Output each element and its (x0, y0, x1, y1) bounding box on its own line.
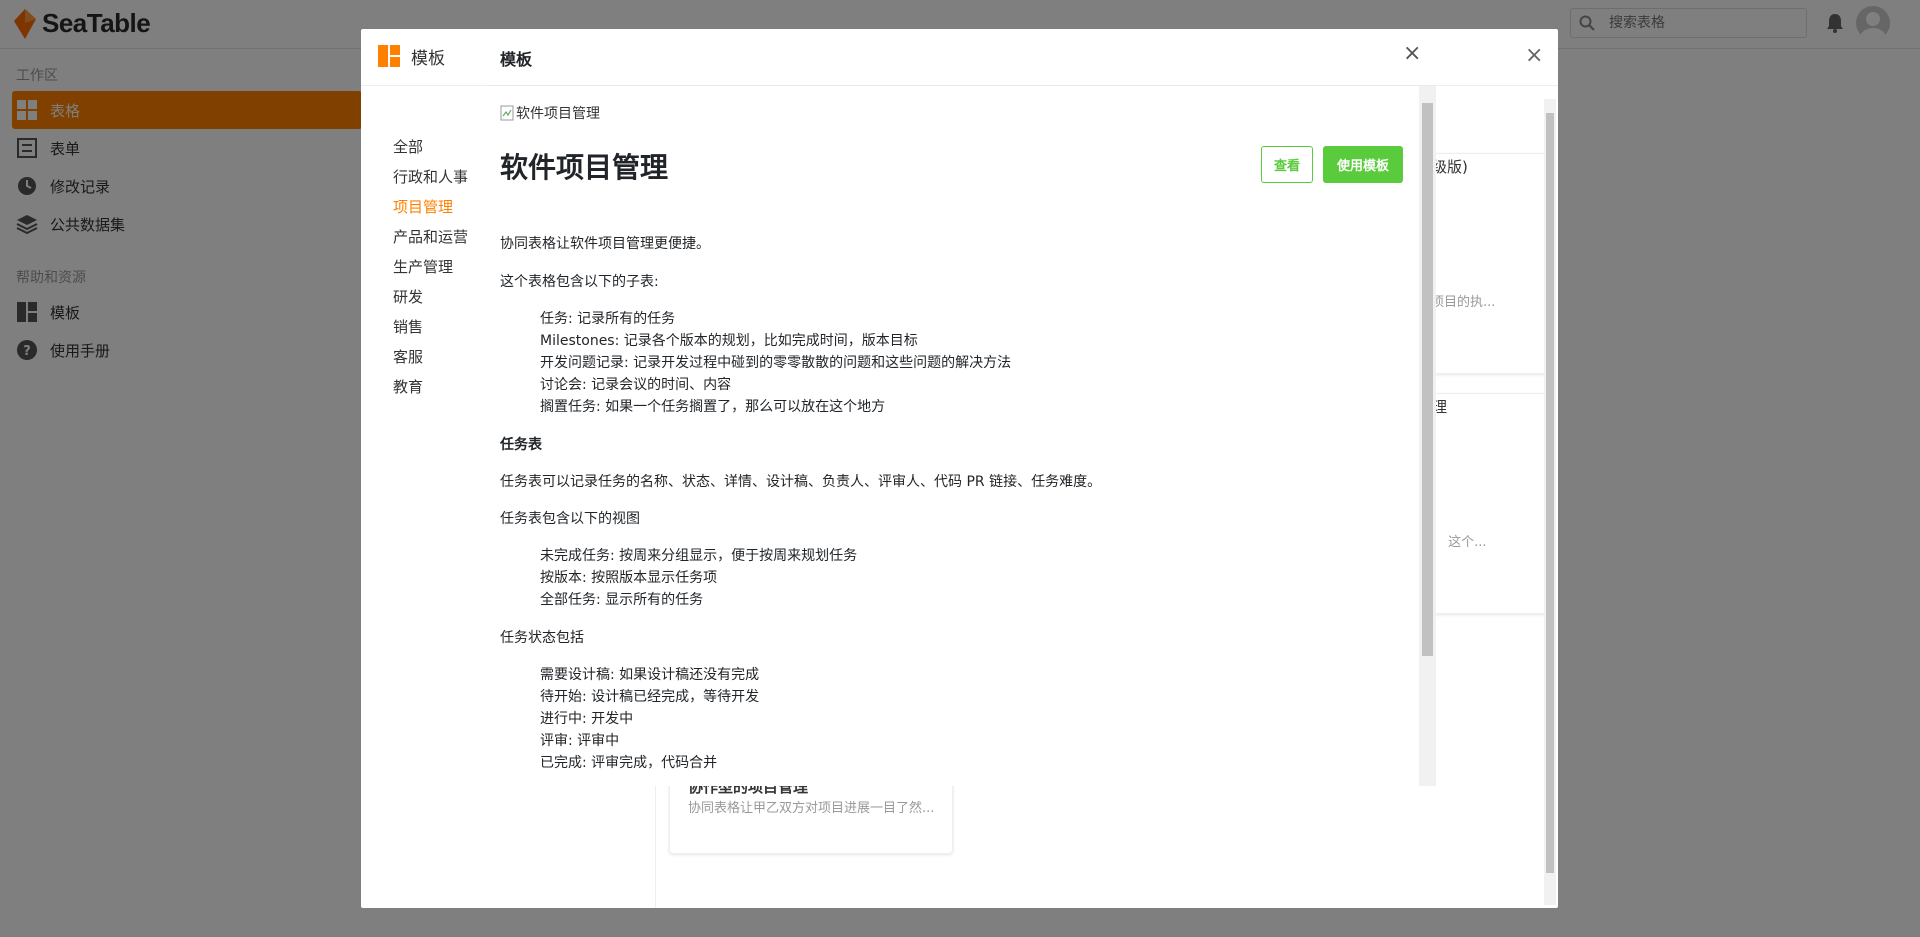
list-item: Milestones: 记录各个版本的规划，比如完成时间，版本目标 (540, 333, 918, 349)
category-admin-hr[interactable]: 行政和人事 (393, 166, 468, 187)
status-intro: 任务状态包括 (500, 630, 584, 646)
list-item: 开发问题记录: 记录开发过程中碰到的零零散散的问题和这些问题的解决方法 (540, 355, 1012, 371)
list-item: 任务: 记录所有的任务 (540, 311, 676, 327)
scrollbar-thumb[interactable] (1422, 103, 1433, 656)
list-item: 进行中: 开发中 (540, 711, 634, 727)
modal-scrollbar[interactable] (1419, 86, 1436, 786)
category-sales[interactable]: 销售 (393, 316, 423, 337)
template-card[interactable]: 理 理。 这个... (1418, 393, 1551, 614)
modal-body: 软件项目管理 软件项目管理 查看 使用模板 协同表格让软件项目管理更便捷。 这个… (484, 86, 1419, 786)
list-item: 待开始: 设计稿已经完成，等待开发 (540, 689, 760, 705)
template-card[interactable]: 级版) 个项目的执... (1418, 153, 1551, 374)
tasks-heading: 任务表 (500, 437, 542, 453)
intro-text: 协同表格让软件项目管理更便捷。 (500, 236, 710, 252)
templates-scrollbar[interactable] (1544, 99, 1556, 905)
category-education[interactable]: 教育 (393, 376, 423, 397)
list-item: 按版本: 按照版本显示任务项 (540, 570, 718, 586)
list-item: 全部任务: 显示所有的任务 (540, 592, 704, 608)
category-all[interactable]: 全部 (393, 136, 423, 157)
list-item: 搁置任务: 如果一个任务搁置了，那么可以放在这个地方 (540, 399, 886, 415)
list-item: 讨论会: 记录会议的时间、内容 (540, 377, 732, 393)
category-support[interactable]: 客服 (393, 346, 423, 367)
close-icon[interactable]: × (1525, 43, 1543, 68)
templates-dialog-title: 模板 (411, 49, 445, 69)
scrollbar-thumb[interactable] (1546, 113, 1554, 873)
list-item: 已完成: 评审完成，代码合并 (540, 755, 718, 771)
list-item: 未完成任务: 按周来分组显示，便于按周来规划任务 (540, 548, 858, 564)
use-template-button[interactable]: 使用模板 (1323, 146, 1403, 183)
subtables-intro: 这个表格包含以下的子表: (500, 274, 659, 290)
broken-image-icon (500, 105, 514, 121)
tasks-description: 任务表可以记录任务的名称、状态、详情、设计稿、负责人、评审人、代码 PR 链接、… (500, 474, 1102, 490)
template-card-title: 级版) (1432, 158, 1468, 176)
category-production[interactable]: 生产管理 (393, 256, 453, 277)
modal-header: 模板 × (484, 29, 1436, 86)
template-title: 软件项目管理 (500, 151, 669, 184)
category-product-ops[interactable]: 产品和运营 (393, 226, 468, 247)
category-rnd[interactable]: 研发 (393, 286, 423, 307)
close-icon[interactable]: × (1403, 43, 1421, 65)
list-item: 需要设计稿: 如果设计稿还没有完成 (540, 667, 760, 683)
category-project-management[interactable]: 项目管理 (393, 196, 453, 217)
view-button[interactable]: 查看 (1261, 146, 1313, 183)
template-card-desc: 协同表格让甲乙双方对项目进展一目了然... (688, 801, 935, 816)
template-preview-image: 软件项目管理 (500, 103, 600, 123)
image-alt-text: 软件项目管理 (516, 106, 600, 122)
modal-title: 模板 (500, 50, 533, 69)
list-item: 评审: 评审中 (540, 733, 620, 749)
template-detail-modal: 模板 × 软件项目管理 软件项目管理 查看 使用模板 协同表格让软件项目管理更便… (484, 29, 1436, 786)
template-icon (378, 45, 400, 67)
views-intro: 任务表包含以下的视图 (500, 511, 640, 527)
